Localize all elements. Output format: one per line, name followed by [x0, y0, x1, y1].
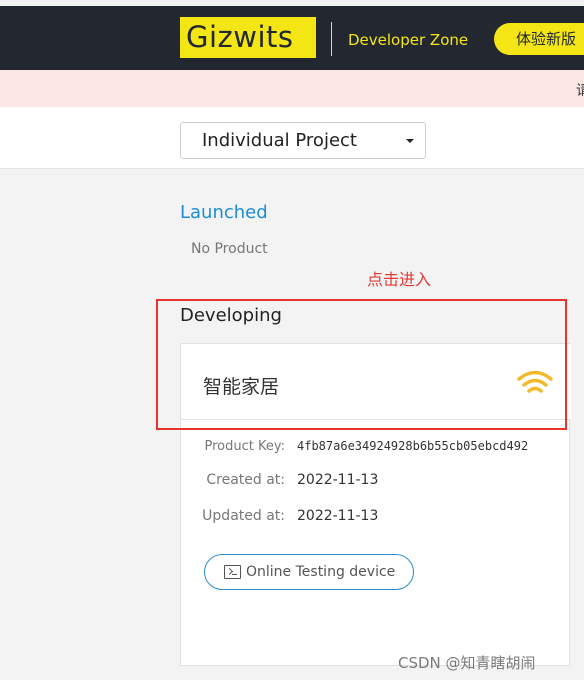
click-annotation: 点击进入 — [367, 270, 432, 289]
header-divider — [331, 22, 332, 56]
chevron-down-icon — [406, 139, 414, 143]
gizwits-logo[interactable]: Gizwits — [180, 17, 316, 58]
created-at-label: Created at: — [206, 472, 285, 488]
updated-at-label: Updated at: — [202, 508, 285, 524]
updated-at-value: 2022-11-13 — [297, 508, 379, 524]
product-key-value: 4fb87a6e34924928b6b55cb05ebcd492 — [297, 439, 529, 453]
terminal-icon — [224, 565, 241, 579]
notice-bar: 请 — [0, 70, 584, 107]
highlight-box — [156, 299, 567, 430]
notice-text: 请 — [576, 82, 584, 98]
project-selector-band: Individual Project — [0, 107, 584, 169]
product-key-label: Product Key: — [204, 439, 286, 454]
top-header: Gizwits Developer Zone 体验新版 — [0, 0, 584, 70]
launched-title[interactable]: Launched — [180, 202, 268, 223]
online-testing-device-button[interactable]: Online Testing device — [204, 554, 414, 590]
browser-strip — [0, 0, 584, 6]
project-type-value: Individual Project — [202, 130, 357, 151]
try-new-version-button[interactable]: 体验新版 — [494, 23, 584, 55]
online-testing-label: Online Testing device — [246, 564, 396, 580]
launched-empty-text: No Product — [191, 241, 268, 257]
csdn-watermark: CSDN @知青瞎胡闹 — [398, 654, 536, 672]
project-type-select[interactable]: Individual Project — [180, 122, 426, 159]
created-at-value: 2022-11-13 — [297, 472, 379, 488]
developer-zone-label[interactable]: Developer Zone — [348, 31, 468, 49]
